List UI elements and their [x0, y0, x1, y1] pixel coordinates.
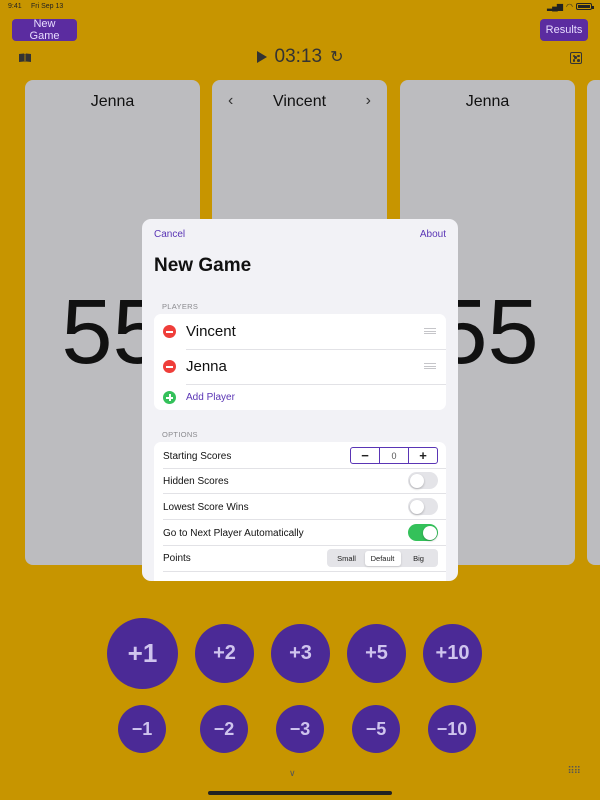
dice-icon[interactable]: [570, 52, 582, 64]
subtract-5-button[interactable]: −5: [352, 705, 400, 753]
divider: [163, 519, 446, 520]
status-date: Fri Sep 13: [31, 3, 64, 10]
player-card-name: Jenna: [465, 93, 510, 110]
wifi-icon: ◠: [566, 2, 573, 11]
points-segmented-control: Small Default Big: [327, 549, 438, 567]
timer-row: 03:13 ↻: [0, 46, 600, 68]
increment-button[interactable]: +: [409, 448, 437, 463]
add-1-button[interactable]: +1: [107, 618, 178, 689]
auto-next-player-label: Go to Next Player Automatically: [163, 528, 304, 539]
player-name: Vincent: [186, 323, 236, 340]
add-player-button[interactable]: Add Player: [186, 392, 235, 403]
player-card-edge: [587, 80, 600, 565]
hidden-scores-toggle[interactable]: [408, 472, 438, 489]
points-default-segment[interactable]: Default: [364, 550, 401, 566]
player-row[interactable]: Vincent: [154, 314, 446, 349]
divider: [163, 571, 446, 572]
divider: [163, 493, 446, 494]
results-button[interactable]: Results: [540, 19, 588, 41]
signal-icon: ▂▄▆: [547, 2, 563, 11]
add-player-row[interactable]: Add Player: [154, 384, 446, 410]
about-button[interactable]: About: [420, 229, 446, 240]
subtract-1-button[interactable]: −1: [118, 705, 166, 753]
home-indicator: [208, 791, 392, 795]
subtract-3-button[interactable]: −3: [276, 705, 324, 753]
points-small-segment[interactable]: Small: [329, 551, 365, 566]
players-section-header: PLAYERS: [162, 302, 199, 311]
status-bar: 9:41 Fri Sep 13 ▂▄▆ ◠: [0, 0, 600, 14]
add-2-button[interactable]: +2: [195, 624, 254, 683]
starting-scores-label: Starting Scores: [163, 451, 232, 462]
divider: [163, 545, 446, 546]
add-3-button[interactable]: +3: [271, 624, 330, 683]
auto-next-player-toggle[interactable]: [408, 524, 438, 541]
points-label: Points: [163, 553, 191, 564]
new-game-modal: Cancel About New Game PLAYERS Vincent Je…: [142, 219, 458, 581]
chevron-right-icon[interactable]: ›: [366, 92, 371, 110]
starting-scores-value: 0: [379, 448, 409, 463]
hidden-scores-label: Hidden Scores: [163, 476, 229, 487]
players-list: Vincent Jenna Add Player: [154, 314, 446, 410]
cancel-button[interactable]: Cancel: [154, 229, 185, 240]
player-card-name: Vincent: [272, 93, 327, 110]
delete-player-icon[interactable]: [163, 325, 176, 338]
player-card-name: Jenna: [90, 93, 135, 110]
lowest-score-wins-label: Lowest Score Wins: [163, 502, 249, 513]
lowest-score-wins-toggle[interactable]: [408, 498, 438, 515]
delete-player-icon[interactable]: [163, 360, 176, 373]
reorder-handle-icon[interactable]: [424, 363, 436, 369]
new-game-button[interactable]: New Game: [12, 18, 77, 42]
modal-title: New Game: [154, 255, 252, 276]
status-time: 9:41: [8, 3, 22, 10]
options-section-header: OPTIONS: [162, 430, 198, 439]
add-10-button[interactable]: +10: [423, 624, 482, 683]
points-big-segment[interactable]: Big: [401, 551, 437, 566]
battery-icon: [576, 3, 594, 10]
player-name: Jenna: [186, 358, 227, 375]
add-5-button[interactable]: +5: [347, 624, 406, 683]
subtract-10-button[interactable]: −10: [428, 705, 476, 753]
play-icon[interactable]: [256, 51, 267, 63]
decrement-button[interactable]: −: [351, 448, 379, 463]
options-list: Starting Scores − 0 + Hidden Scores Lowe…: [154, 442, 446, 581]
starting-scores-stepper: − 0 +: [350, 447, 438, 464]
player-row[interactable]: Jenna: [154, 349, 446, 384]
add-player-icon[interactable]: [163, 391, 176, 404]
timer-display: 03:13: [274, 46, 323, 67]
divider: [163, 468, 446, 469]
subtract-2-button[interactable]: −2: [200, 705, 248, 753]
chevron-down-icon[interactable]: ∨: [289, 768, 296, 779]
status-icons: ▂▄▆ ◠: [547, 2, 594, 11]
keypad-icon[interactable]: ⠿⠿: [567, 766, 581, 777]
reorder-handle-icon[interactable]: [424, 328, 436, 334]
reset-icon[interactable]: ↻: [330, 47, 343, 67]
